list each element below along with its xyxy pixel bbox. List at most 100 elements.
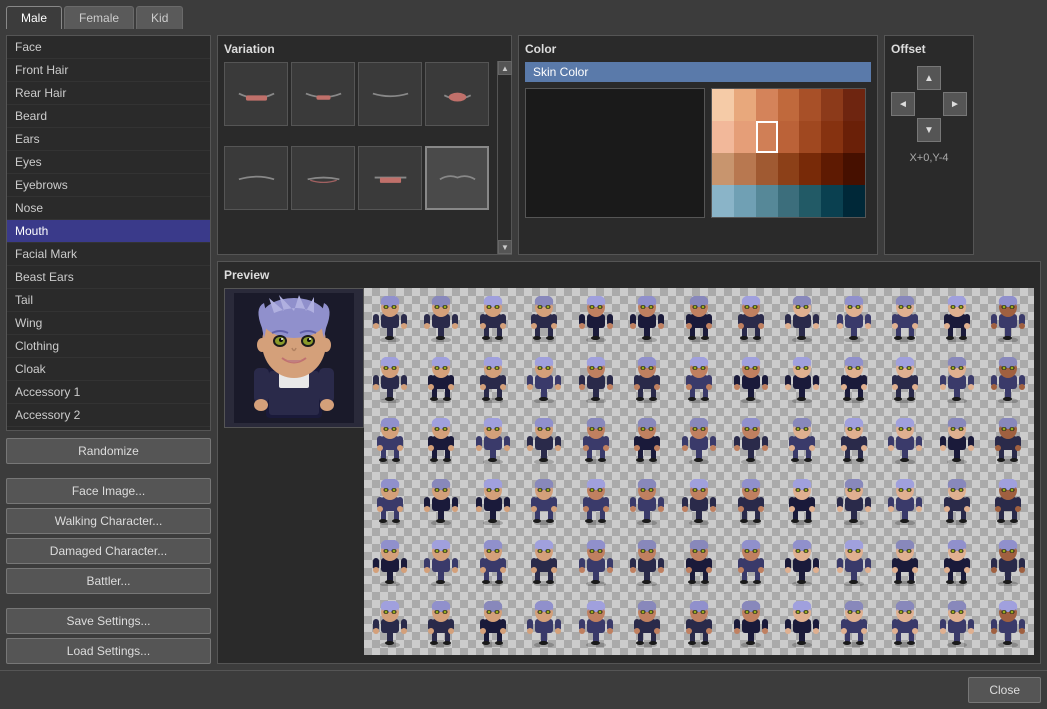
palette-cell-0[interactable] (712, 89, 734, 121)
color-list: Skin Color (525, 62, 871, 82)
palette-cell-7[interactable] (712, 121, 734, 153)
content-area: Face Front Hair Rear Hair Beard Ears Eye… (0, 29, 1047, 670)
sidebar-buttons: Randomize Face Image... Walking Characte… (6, 438, 211, 664)
palette-cell-10[interactable] (778, 121, 800, 153)
variation-thumb-7[interactable] (358, 146, 422, 210)
walking-character-button[interactable]: Walking Character... (6, 508, 211, 534)
palette-cell-12[interactable] (821, 121, 843, 153)
palette-cell-20[interactable] (843, 153, 865, 185)
sprite-cell (673, 533, 725, 594)
palette-cell-11[interactable] (799, 121, 821, 153)
color-content (525, 88, 871, 218)
arrow-up-btn[interactable]: ▲ (917, 66, 941, 90)
sprite-cell (570, 533, 622, 594)
palette-cell-14[interactable] (712, 153, 734, 185)
sprite-cell (519, 533, 571, 594)
sprite-cell (622, 533, 674, 594)
arrow-right-btn[interactable]: ► (943, 92, 967, 116)
variation-thumb-8[interactable] (425, 146, 489, 210)
palette-cell-2[interactable] (756, 89, 778, 121)
sprite-cell (879, 594, 931, 655)
variation-scrollbar[interactable]: ▲ ▼ (497, 62, 505, 237)
palette-cell-15[interactable] (734, 153, 756, 185)
palette-cell-18[interactable] (799, 153, 821, 185)
tab-female[interactable]: Female (64, 6, 134, 29)
variation-thumb-5[interactable] (224, 146, 288, 210)
sidebar-item-cloak[interactable]: Cloak (7, 358, 210, 381)
preview-panel: Preview (217, 261, 1041, 664)
randomize-button[interactable]: Randomize (6, 438, 211, 464)
sprite-cell (519, 410, 571, 471)
palette-cell-17[interactable] (778, 153, 800, 185)
sidebar-item-nose[interactable]: Nose (7, 197, 210, 220)
sidebar-item-accessory-2[interactable]: Accessory 2 (7, 404, 210, 427)
damaged-character-button[interactable]: Damaged Character... (6, 538, 211, 564)
sprite-cell (570, 349, 622, 410)
sidebar-item-beard[interactable]: Beard (7, 105, 210, 128)
palette-cell-27[interactable] (843, 185, 865, 217)
sidebar-item-rear-hair[interactable]: Rear Hair (7, 82, 210, 105)
sprite-cell (828, 288, 880, 349)
preview-content (224, 288, 1034, 655)
palette-cell-25[interactable] (799, 185, 821, 217)
sprite-cell (673, 410, 725, 471)
palette-cell-9[interactable] (756, 121, 778, 153)
sidebar-item-glasses[interactable]: Glasses (7, 427, 210, 431)
variation-thumb-3[interactable] (358, 62, 422, 126)
variation-thumb-4[interactable] (425, 62, 489, 126)
palette-cell-13[interactable] (843, 121, 865, 153)
sidebar-item-eyebrows[interactable]: Eyebrows (7, 174, 210, 197)
sidebar-item-beast-ears[interactable]: Beast Ears (7, 266, 210, 289)
palette-cell-16[interactable] (756, 153, 778, 185)
color-item-skin[interactable]: Skin Color (525, 62, 871, 82)
sidebar-item-wing[interactable]: Wing (7, 312, 210, 335)
variation-thumb-1[interactable] (224, 62, 288, 126)
sprite-cell (725, 410, 777, 471)
tab-kid[interactable]: Kid (136, 6, 183, 29)
sprite-cell (364, 594, 416, 655)
sprite-cell (519, 349, 571, 410)
palette-cell-3[interactable] (778, 89, 800, 121)
palette-cell-1[interactable] (734, 89, 756, 121)
sidebar-item-facial-mark[interactable]: Facial Mark (7, 243, 210, 266)
palette-cell-19[interactable] (821, 153, 843, 185)
sprite-cell (519, 472, 571, 533)
sprite-cell (570, 410, 622, 471)
palette-cell-4[interactable] (799, 89, 821, 121)
save-settings-button[interactable]: Save Settings... (6, 608, 211, 634)
sidebar-item-face[interactable]: Face (7, 36, 210, 59)
sprite-cell (931, 349, 983, 410)
load-settings-button[interactable]: Load Settings... (6, 638, 211, 664)
sidebar-item-eyes[interactable]: Eyes (7, 151, 210, 174)
palette-cell-8[interactable] (734, 121, 756, 153)
variation-thumb-2[interactable] (291, 62, 355, 126)
scroll-up-btn[interactable]: ▲ (498, 62, 505, 75)
sidebar-item-accessory-1[interactable]: Accessory 1 (7, 381, 210, 404)
arrow-down-btn[interactable]: ▼ (917, 118, 941, 142)
sidebar-item-clothing[interactable]: Clothing (7, 335, 210, 358)
palette-cell-21[interactable] (712, 185, 734, 217)
face-image-button[interactable]: Face Image... (6, 478, 211, 504)
palette-cell-5[interactable] (821, 89, 843, 121)
sprite-cell (673, 288, 725, 349)
palette-cell-22[interactable] (734, 185, 756, 217)
battler-button[interactable]: Battler... (6, 568, 211, 594)
sidebar-item-mouth[interactable]: Mouth (7, 220, 210, 243)
arrow-left-btn[interactable]: ◄ (891, 92, 915, 116)
palette-cell-26[interactable] (821, 185, 843, 217)
tab-male[interactable]: Male (6, 6, 62, 29)
close-button[interactable]: Close (968, 677, 1041, 703)
variation-title: Variation (224, 42, 505, 56)
palette-cell-23[interactable] (756, 185, 778, 217)
palette-cell-6[interactable] (843, 89, 865, 121)
variation-thumb-6[interactable] (291, 146, 355, 210)
main-panel: Variation (217, 35, 1041, 664)
sidebar-item-front-hair[interactable]: Front Hair (7, 59, 210, 82)
preview-sprites (364, 288, 1034, 655)
sidebar-item-tail[interactable]: Tail (7, 289, 210, 312)
sprite-cell (828, 594, 880, 655)
palette-cell-24[interactable] (778, 185, 800, 217)
color-panel: Color Skin Color (518, 35, 878, 255)
sprite-cell (467, 410, 519, 471)
sidebar-item-ears[interactable]: Ears (7, 128, 210, 151)
